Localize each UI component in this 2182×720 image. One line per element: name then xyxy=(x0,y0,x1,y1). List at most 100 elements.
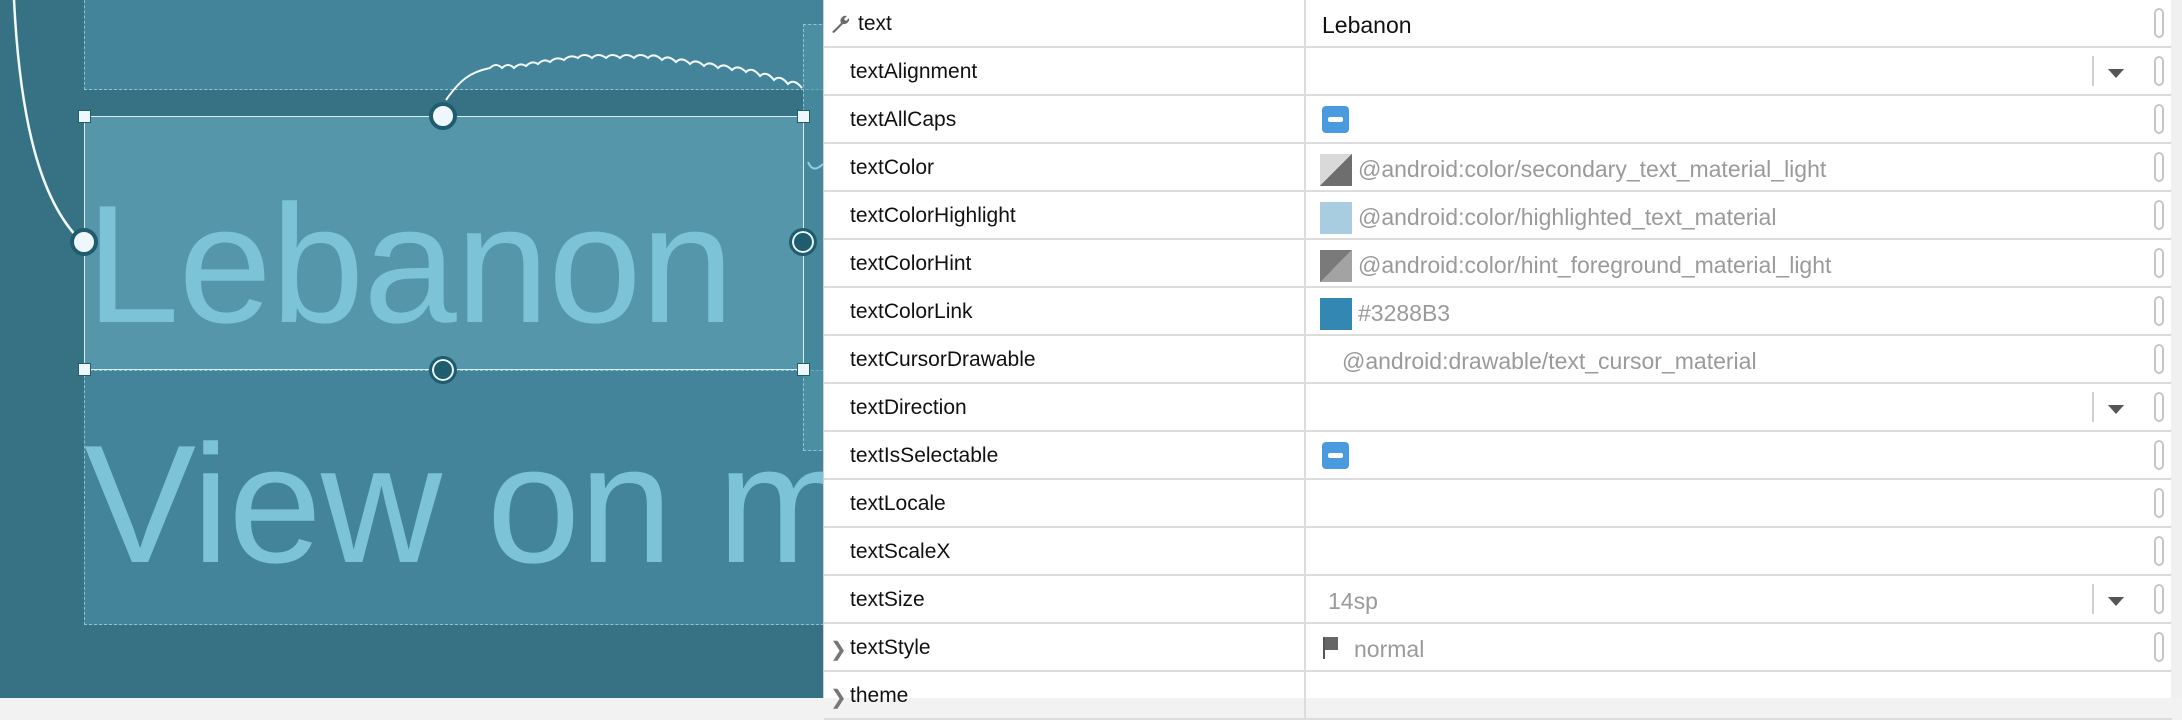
attribute-value-dropdown[interactable] xyxy=(1308,384,2172,430)
attribute-value: @android:drawable/text_cursor_material xyxy=(1342,348,1757,374)
attribute-name-cell: textSize xyxy=(824,576,1306,622)
attribute-name: textLocale xyxy=(850,492,946,515)
attribute-row-textscalex[interactable]: textScaleX xyxy=(824,528,2172,576)
attribute-value-cell[interactable]: normal xyxy=(1308,624,2172,670)
attribute-value: 14sp xyxy=(1328,588,1378,614)
attribute-name-cell: textIsSelectable xyxy=(824,432,1306,478)
attribute-name: textStyle xyxy=(850,636,931,659)
attribute-name-cell: textAlignment xyxy=(824,48,1306,94)
attribute-value: normal xyxy=(1354,636,1425,662)
attribute-row-textcolorhint[interactable]: textColorHint @android:color/hint_foregr… xyxy=(824,240,2172,288)
top-constraint-spring xyxy=(445,54,803,101)
dropdown-arrow-icon[interactable] xyxy=(2092,584,2138,614)
constraint-anchor-bottom[interactable] xyxy=(429,356,457,384)
attribute-row-textlocale[interactable]: textLocale xyxy=(824,480,2172,528)
layout-design-canvas[interactable]: Lebanon View on m xyxy=(0,0,823,698)
attribute-reference-picker[interactable] xyxy=(2154,104,2164,134)
right-constraint-hint xyxy=(807,161,823,170)
attribute-reference-picker[interactable] xyxy=(2154,8,2164,38)
constraint-anchor-top[interactable] xyxy=(429,102,457,130)
attribute-row-textisselectable[interactable]: textIsSelectable xyxy=(824,432,2172,480)
attribute-reference-picker[interactable] xyxy=(2154,200,2164,230)
dropdown-arrow-icon[interactable] xyxy=(2092,56,2138,86)
attribute-name: textIsSelectable xyxy=(850,444,999,467)
attribute-name-cell: textLocale xyxy=(824,480,1306,526)
attribute-reference-picker[interactable] xyxy=(2154,392,2164,422)
attribute-reference-picker[interactable] xyxy=(2154,152,2164,182)
resize-handle-top-right[interactable] xyxy=(797,110,810,123)
expand-chevron-icon[interactable]: ❯ xyxy=(830,637,847,662)
attribute-name-cell: textCursorDrawable xyxy=(824,336,1306,382)
attribute-value: @android:color/hint_foreground_material_… xyxy=(1358,252,1832,278)
left-constraint-curve xyxy=(12,0,81,241)
color-swatch[interactable] xyxy=(1320,202,1352,234)
attribute-reference-picker[interactable] xyxy=(2154,440,2164,470)
attribute-name: textCursorDrawable xyxy=(850,348,1036,371)
attribute-reference-picker[interactable] xyxy=(2154,488,2164,518)
attribute-reference-picker[interactable] xyxy=(2154,536,2164,566)
attribute-row-theme[interactable]: ❯ theme xyxy=(824,672,2172,720)
attribute-value-dropdown[interactable]: 14sp xyxy=(1308,576,2172,622)
constraint-anchor-right[interactable] xyxy=(789,228,817,256)
attribute-name: textColorHighlight xyxy=(850,204,1016,227)
attribute-row-textallcaps[interactable]: textAllCaps xyxy=(824,96,2172,144)
attribute-value-cell xyxy=(1308,432,2172,478)
indeterminate-checkbox[interactable] xyxy=(1322,106,1349,133)
attribute-name: textColor xyxy=(850,156,935,179)
attribute-row-textsize[interactable]: textSize 14sp xyxy=(824,576,2172,624)
attribute-row-textcolor[interactable]: textColor @android:color/secondary_text_… xyxy=(824,144,2172,192)
attribute-name-cell: ❯ textStyle xyxy=(824,624,1306,670)
attribute-row-textdirection[interactable]: textDirection xyxy=(824,384,2172,432)
attributes-panel: text Lebanon textAlignment textAllCaps t… xyxy=(823,0,2172,720)
panel-scrollbar-track[interactable] xyxy=(2171,0,2182,698)
color-swatch[interactable] xyxy=(1320,250,1352,282)
dropdown-arrow-icon[interactable] xyxy=(2092,392,2138,422)
attribute-name-cell: textAllCaps xyxy=(824,96,1306,142)
constraint-anchor-left[interactable] xyxy=(70,228,98,256)
attribute-row-textalignment[interactable]: textAlignment xyxy=(824,48,2172,96)
attribute-row-textstyle[interactable]: ❯ textStyle normal xyxy=(824,624,2172,672)
color-swatch[interactable] xyxy=(1320,154,1352,186)
attribute-value-input[interactable]: #3288B3 xyxy=(1308,288,2172,334)
attribute-name-cell: text xyxy=(824,0,1306,46)
attribute-name-cell: ❯ theme xyxy=(824,672,1306,718)
attribute-row-textcolorlink[interactable]: textColorLink #3288B3 xyxy=(824,288,2172,336)
attribute-reference-picker[interactable] xyxy=(2154,584,2164,614)
attribute-reference-picker[interactable] xyxy=(2154,632,2164,662)
attribute-name-cell: textDirection xyxy=(824,384,1306,430)
attribute-value-input[interactable]: @android:drawable/text_cursor_material xyxy=(1308,336,2172,382)
attribute-name-cell: textColor xyxy=(824,144,1306,190)
attribute-value-input[interactable]: @android:color/secondary_text_material_l… xyxy=(1308,144,2172,190)
attribute-value-dropdown[interactable] xyxy=(1308,48,2172,94)
resize-handle-top-left[interactable] xyxy=(78,110,91,123)
attribute-row-textcursordrawable[interactable]: textCursorDrawable @android:drawable/tex… xyxy=(824,336,2172,384)
attribute-value-input[interactable] xyxy=(1308,672,2172,718)
attribute-name: textColorLink xyxy=(850,300,973,323)
attribute-value: #3288B3 xyxy=(1358,300,1451,326)
attribute-value-cell xyxy=(1308,96,2172,142)
attribute-value: @android:color/highlighted_text_material xyxy=(1358,204,1777,230)
indeterminate-checkbox[interactable] xyxy=(1322,442,1349,469)
attribute-value: Lebanon xyxy=(1322,12,1412,38)
attribute-name: textSize xyxy=(850,588,925,611)
attribute-reference-picker[interactable] xyxy=(2154,296,2164,326)
attribute-name: textDirection xyxy=(850,396,967,419)
attribute-value-input[interactable]: @android:color/highlighted_text_material xyxy=(1308,192,2172,238)
resize-handle-bottom-left[interactable] xyxy=(78,363,91,376)
attribute-reference-picker[interactable] xyxy=(2154,344,2164,374)
attribute-value: @android:color/secondary_text_material_l… xyxy=(1358,156,1827,182)
attribute-reference-picker[interactable] xyxy=(2154,56,2164,86)
attribute-value-input[interactable] xyxy=(1308,528,2172,574)
attribute-name: textAllCaps xyxy=(850,108,957,131)
color-swatch[interactable] xyxy=(1320,298,1352,330)
attribute-row-textcolorhighlight[interactable]: textColorHighlight @android:color/highli… xyxy=(824,192,2172,240)
attribute-value-input[interactable]: @android:color/hint_foreground_material_… xyxy=(1308,240,2172,286)
attribute-value-input[interactable]: Lebanon xyxy=(1308,0,2172,46)
constraint-lines xyxy=(12,0,823,241)
attribute-value-input[interactable] xyxy=(1308,480,2172,526)
attribute-row-text[interactable]: text Lebanon xyxy=(824,0,2172,48)
attribute-name-cell: textColorLink xyxy=(824,288,1306,334)
resize-handle-bottom-right[interactable] xyxy=(797,363,810,376)
attribute-reference-picker[interactable] xyxy=(2154,248,2164,278)
attribute-name: textColorHint xyxy=(850,252,972,275)
